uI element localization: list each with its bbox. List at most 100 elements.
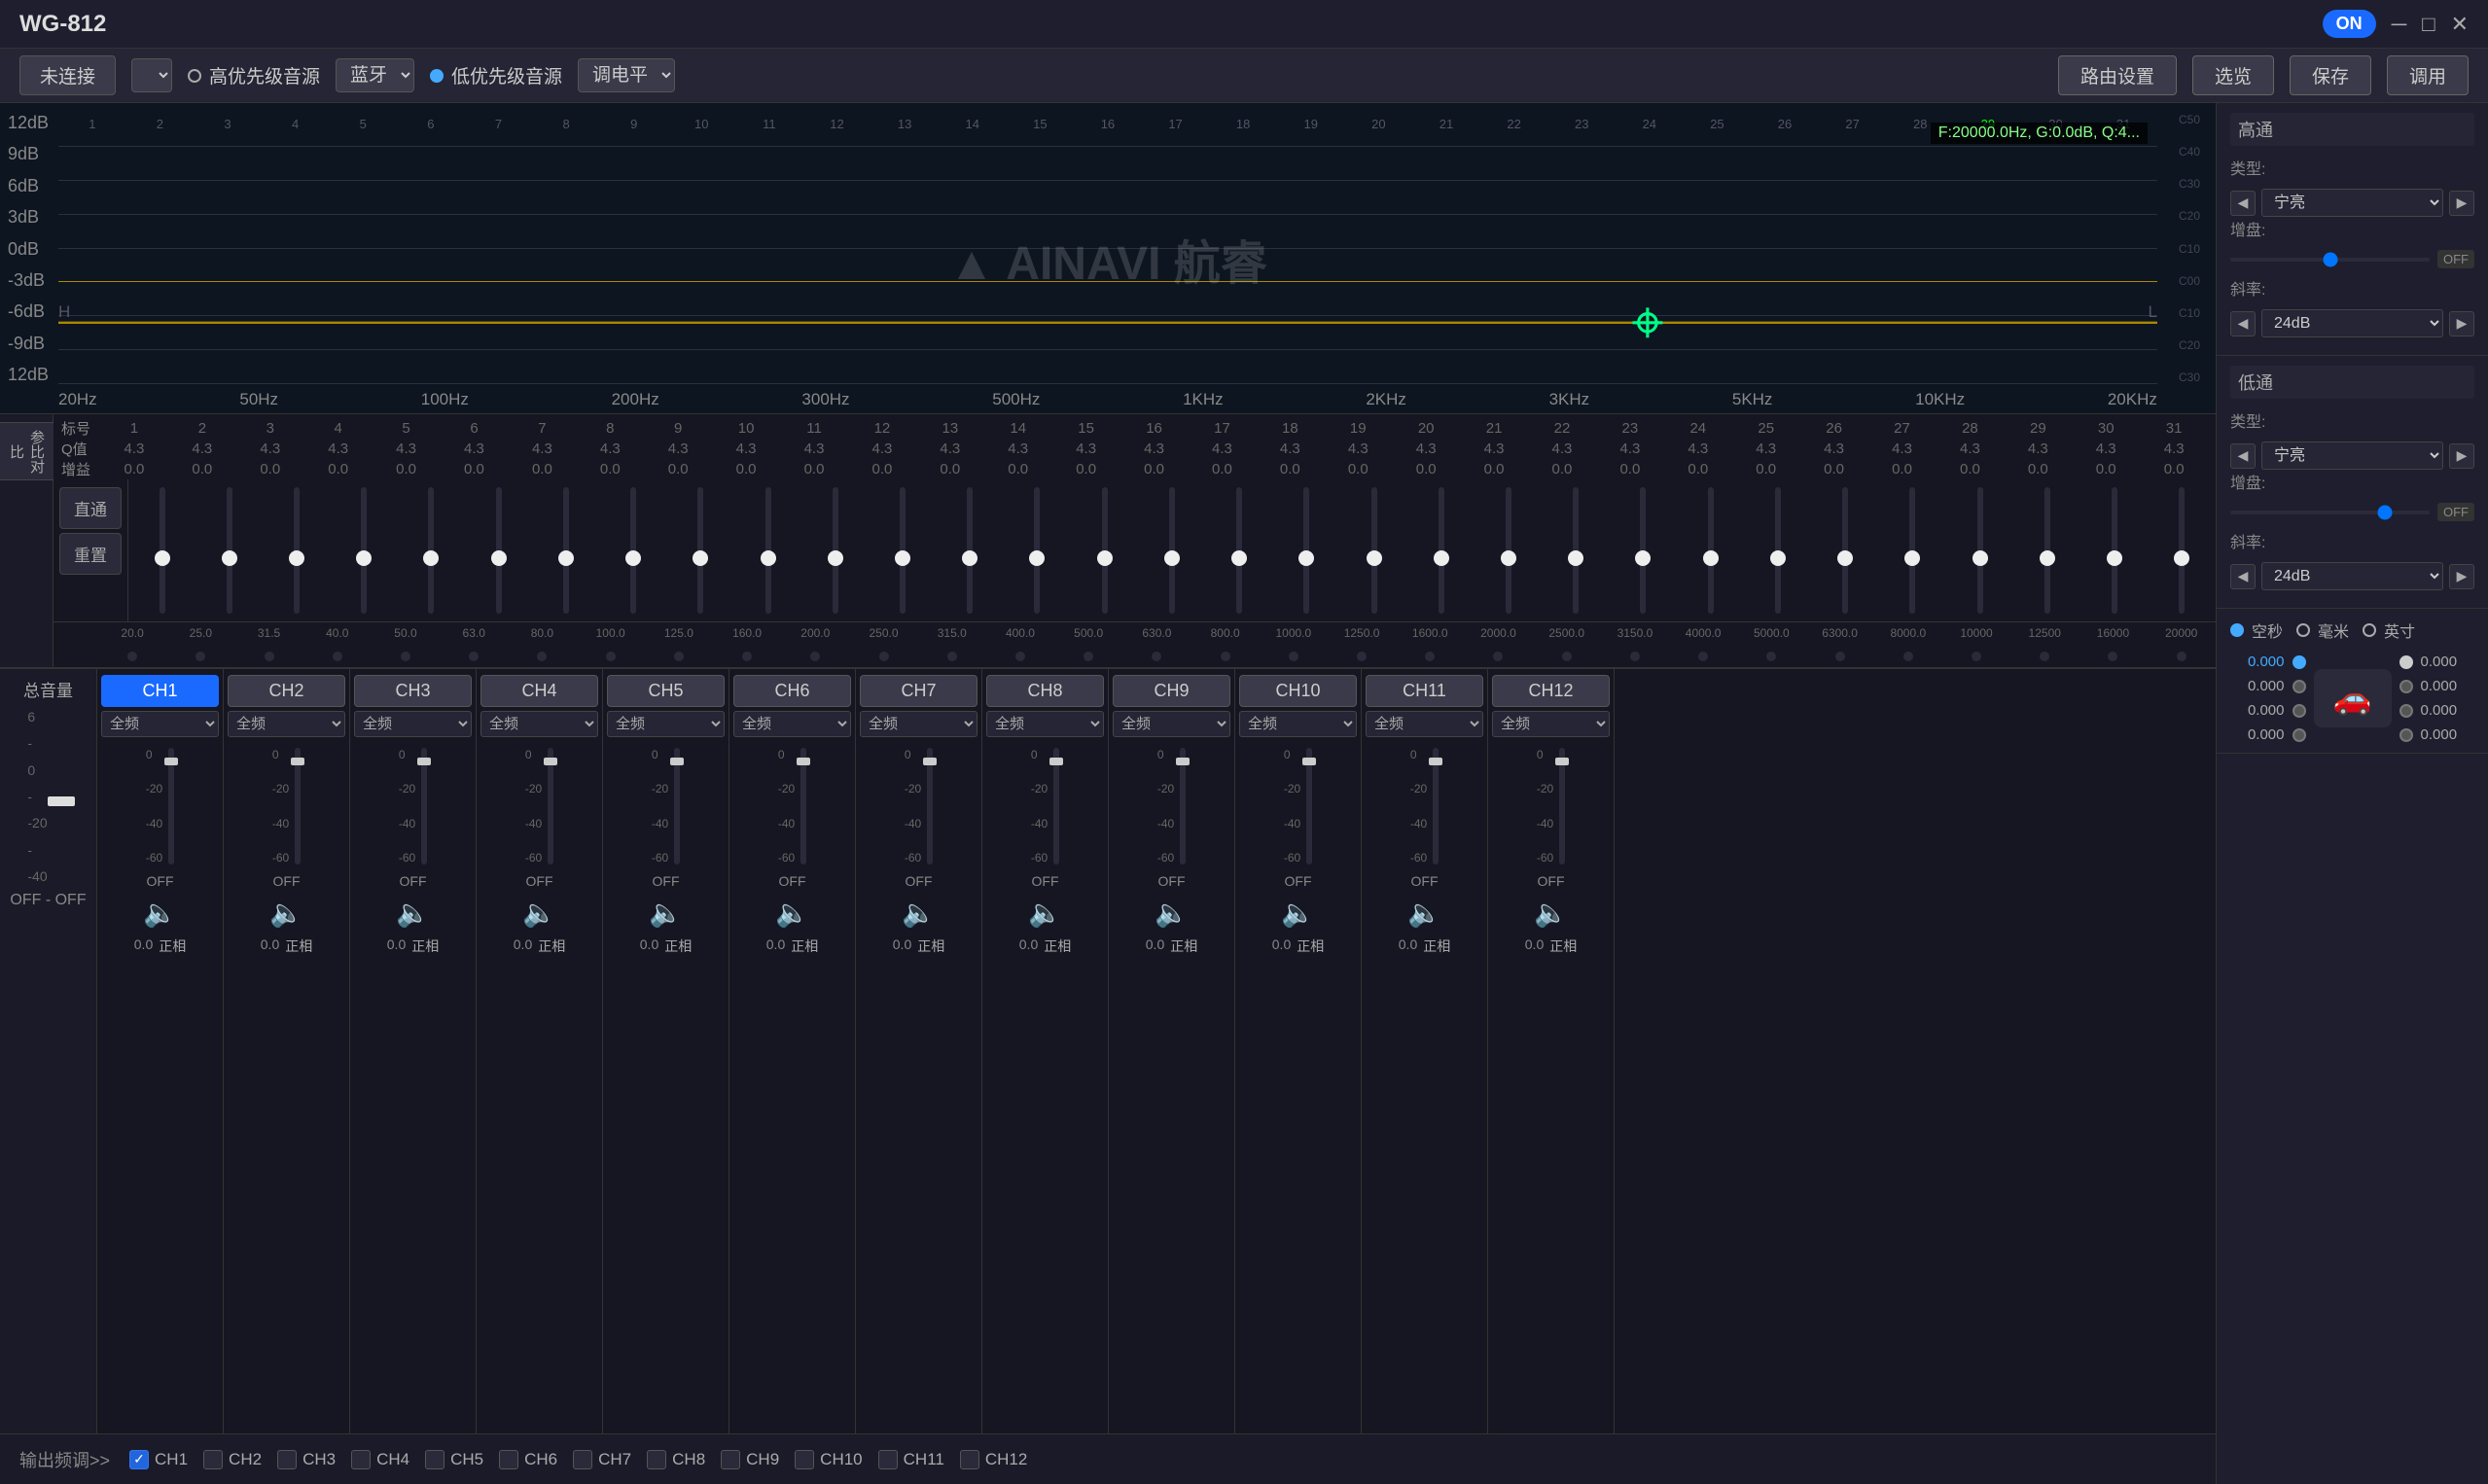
ch-fader-ch8[interactable] [1053,748,1059,865]
eq-freq-dot-31[interactable] [2177,652,2186,661]
ch-button-ch8[interactable]: CH8 [986,675,1104,707]
ch-speaker-ch6[interactable]: 🔈 [775,897,809,929]
ch-select-ch11[interactable]: 全频 [1366,711,1483,737]
eq-freq-dot-5[interactable] [401,652,410,661]
ch-select-ch4[interactable]: 全频 [480,711,598,737]
eq-freq-dot-15[interactable] [1084,652,1093,661]
ch-select-ch12[interactable]: 全频 [1492,711,1610,737]
ch-fader-ch6[interactable] [800,748,806,865]
ch-speaker-ch7[interactable]: 🔈 [902,897,936,929]
rsp-4-dot[interactable] [2399,728,2413,742]
eq-slider-14[interactable] [1034,487,1040,614]
eq-freq-dot-17[interactable] [1221,652,1230,661]
output-cb-ch11[interactable] [878,1450,898,1469]
ch-button-ch1[interactable]: CH1 [101,675,219,707]
eq-freq-dot-25[interactable] [1766,652,1776,661]
high-pass-prev-button[interactable]: ◀ [2230,191,2256,216]
high-pass-type-select[interactable]: 宁亮 [2261,189,2443,217]
eq-slider-13[interactable] [967,487,973,614]
ch-fader-ch11[interactable] [1433,748,1439,865]
eq-slider-6[interactable] [496,487,502,614]
output-cb-ch1[interactable]: ✓ [129,1450,149,1469]
lsp-4-dot[interactable] [2293,728,2306,742]
lsp-1-dot[interactable] [2293,655,2306,669]
eq-freq-dot-16[interactable] [1152,652,1161,661]
rsp-2-dot[interactable] [2399,680,2413,693]
ch-speaker-ch1[interactable]: 🔈 [143,897,177,929]
reset-button[interactable]: 重置 [59,533,122,575]
eq-slider-17[interactable] [1236,487,1242,614]
dropdown1-select[interactable] [131,58,172,92]
eq-freq-dot-23[interactable] [1630,652,1640,661]
eq-slider-1[interactable] [160,487,165,614]
eq-slider-25[interactable] [1775,487,1781,614]
ch-select-ch5[interactable]: 全频 [607,711,725,737]
rsp-1-dot[interactable] [2399,655,2413,669]
eq-freq-dot-24[interactable] [1698,652,1708,661]
output-cb-ch7[interactable] [573,1450,592,1469]
low-pass-slope-select[interactable]: 24dB [2261,562,2443,590]
eq-slider-9[interactable] [697,487,703,614]
eq-slider-15[interactable] [1102,487,1108,614]
eq-slider-22[interactable] [1573,487,1579,614]
eq-slider-21[interactable] [1506,487,1511,614]
ch-fader-ch4[interactable] [548,748,553,865]
output-cb-ch12[interactable] [960,1450,979,1469]
ch-button-ch10[interactable]: CH10 [1239,675,1357,707]
ch-select-ch10[interactable]: 全频 [1239,711,1357,737]
eq-graph[interactable]: 12dB 9dB 6dB 3dB 0dB -3dB -6dB -9dB 12dB [0,103,2216,414]
ch-select-ch1[interactable]: 全频 [101,711,219,737]
low-pass-slope-prev[interactable]: ◀ [2230,564,2256,589]
eq-slider-10[interactable] [765,487,771,614]
ch-button-ch12[interactable]: CH12 [1492,675,1610,707]
eq-freq-dot-19[interactable] [1357,652,1367,661]
ch-speaker-ch9[interactable]: 🔈 [1155,897,1189,929]
output-cb-ch4[interactable] [351,1450,371,1469]
eq-slider-28[interactable] [1977,487,1983,614]
ch-speaker-ch5[interactable]: 🔈 [649,897,683,929]
eq-freq-dot-29[interactable] [2040,652,2049,661]
eq-slider-4[interactable] [361,487,367,614]
eq-freq-dot-27[interactable] [1903,652,1913,661]
select-button[interactable]: 选览 [2192,55,2274,95]
minimize-button[interactable]: ─ [2392,12,2407,37]
low-pass-prev-button[interactable]: ◀ [2230,443,2256,469]
ch-speaker-ch2[interactable]: 🔈 [269,897,303,929]
ch-select-ch6[interactable]: 全频 [733,711,851,737]
output-cb-ch9[interactable] [721,1450,740,1469]
high-pass-slope-select[interactable]: 24dB [2261,309,2443,337]
ch-speaker-ch12[interactable]: 🔈 [1534,897,1568,929]
eq-freq-dot-10[interactable] [742,652,752,661]
maximize-button[interactable]: □ [2422,12,2435,37]
eq-freq-dot-6[interactable] [469,652,479,661]
eq-freq-dot-28[interactable] [1972,652,1981,661]
eq-slider-29[interactable] [2044,487,2050,614]
lsp-3-dot[interactable] [2293,704,2306,718]
high-pass-slider[interactable] [2230,258,2430,262]
compare-button[interactable]: 参比对比 [0,422,57,480]
eq-freq-dot-7[interactable] [537,652,547,661]
high-pass-slope-prev[interactable]: ◀ [2230,311,2256,336]
on-toggle-button[interactable]: ON [2323,10,2376,38]
output-cb-ch10[interactable] [795,1450,814,1469]
ch-button-ch3[interactable]: CH3 [354,675,472,707]
ch-button-ch2[interactable]: CH2 [228,675,345,707]
eq-slider-19[interactable] [1371,487,1377,614]
eq-slider-7[interactable] [563,487,569,614]
apply-button[interactable]: 调用 [2387,55,2469,95]
ch-button-ch4[interactable]: CH4 [480,675,598,707]
eq-slider-30[interactable] [2112,487,2117,614]
ch-button-ch9[interactable]: CH9 [1113,675,1230,707]
output-cb-ch5[interactable] [425,1450,444,1469]
ch-fader-ch7[interactable] [927,748,933,865]
output-cb-ch2[interactable] [203,1450,223,1469]
eq-slider-31[interactable] [2179,487,2185,614]
ch-select-ch8[interactable]: 全频 [986,711,1104,737]
ch-fader-ch3[interactable] [421,748,427,865]
eq-freq-dot-13[interactable] [947,652,957,661]
eq-freq-dot-9[interactable] [674,652,684,661]
high-pass-slope-next[interactable]: ▶ [2449,311,2474,336]
high-priority-radio[interactable] [188,69,201,83]
eq-slider-12[interactable] [900,487,906,614]
low-priority-radio[interactable] [430,69,444,83]
